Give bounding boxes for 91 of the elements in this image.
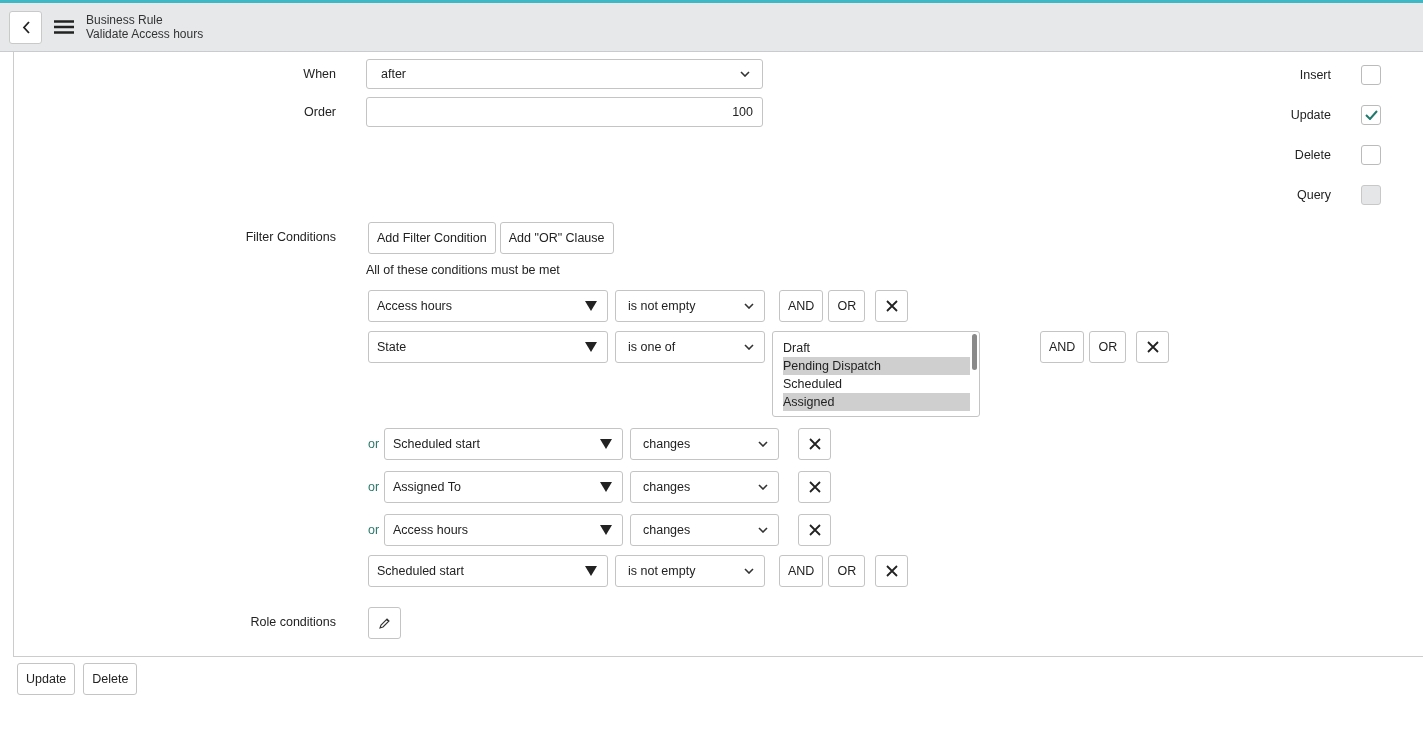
field-label: Role conditions <box>249 614 337 631</box>
edit-button[interactable] <box>368 607 401 639</box>
field-dropdown[interactable]: Access hours <box>368 290 608 322</box>
dropdown-value: is not empty <box>628 564 696 578</box>
form-button[interactable]: Delete <box>83 663 138 695</box>
remove-condition-button[interactable] <box>798 471 831 503</box>
pencil-icon <box>378 617 391 629</box>
list-option[interactable]: Draft <box>783 339 970 357</box>
field-dropdown[interactable]: Scheduled start <box>368 555 608 587</box>
chevron-down-icon <box>740 71 750 77</box>
menu-icon <box>54 20 74 34</box>
or-label: or <box>368 479 380 496</box>
field-label: When <box>302 66 337 83</box>
remove-condition-button[interactable] <box>875 290 909 322</box>
operator-dropdown[interactable]: is one of <box>615 331 765 363</box>
dropdown-value: Scheduled start <box>393 437 480 451</box>
dropdown-value: changes <box>643 437 691 451</box>
connector-button[interactable]: AND <box>779 290 824 322</box>
operator-dropdown[interactable]: is not empty <box>615 290 765 322</box>
filter-button[interactable]: Add "OR" Clause <box>499 222 614 254</box>
list-option[interactable]: Assigned <box>783 393 970 411</box>
dropdown-value: Access hours <box>377 299 453 313</box>
operator-dropdown[interactable]: changes <box>630 514 779 546</box>
dropdown-value: Scheduled start <box>377 564 464 578</box>
field-dropdown[interactable]: State <box>368 331 608 363</box>
connector-button[interactable]: OR <box>828 555 866 587</box>
close-icon <box>808 481 821 493</box>
select-value: after <box>381 67 406 81</box>
triangle-down-icon <box>600 439 612 449</box>
multi-select-list[interactable]: Draft Pending Dispatch Scheduled Assigned <box>772 331 980 417</box>
triangle-down-icon <box>585 301 597 311</box>
triangle-down-icon <box>600 525 612 535</box>
back-button[interactable] <box>9 10 42 44</box>
checkmark-icon <box>1364 110 1378 120</box>
remove-condition-button[interactable] <box>1136 331 1170 363</box>
close-icon <box>808 438 821 450</box>
field-label: Order <box>303 104 337 121</box>
scrollbar-thumb[interactable] <box>972 334 977 370</box>
triangle-down-icon <box>585 566 597 576</box>
list-option[interactable]: Scheduled <box>783 375 970 393</box>
chevron-down-icon <box>758 441 768 447</box>
operator-dropdown[interactable]: changes <box>630 471 779 503</box>
connector-button[interactable]: AND <box>779 555 824 587</box>
field-label: Filter Conditions <box>244 229 337 246</box>
field-dropdown[interactable]: Access hours <box>384 514 623 546</box>
number-input-field[interactable]: 100 <box>366 97 763 127</box>
checkbox-label: Insert <box>1299 68 1331 82</box>
dropdown-value: Assigned To <box>393 480 461 494</box>
operator-dropdown[interactable]: changes <box>630 428 779 460</box>
filter-button[interactable]: Add Filter Condition <box>368 222 496 254</box>
chevron-left-icon <box>21 20 30 34</box>
field-dropdown[interactable]: Assigned To <box>384 471 623 503</box>
close-icon <box>1146 341 1159 353</box>
breadcrumb-text: Business Rule <box>86 13 164 27</box>
list-option[interactable]: Pending Dispatch <box>783 357 970 375</box>
dropdown-value: changes <box>643 480 691 494</box>
field-dropdown[interactable]: Scheduled start <box>384 428 623 460</box>
remove-condition-button[interactable] <box>798 514 831 546</box>
triangle-down-icon <box>600 482 612 492</box>
close-icon <box>885 565 898 577</box>
connector-button[interactable]: OR <box>828 290 866 322</box>
connector-button[interactable]: OR <box>1089 331 1127 363</box>
close-icon <box>808 524 821 536</box>
form-button[interactable]: Update <box>17 663 76 695</box>
dropdown-value: changes <box>643 523 691 537</box>
conditions-note: All of these conditions must be met <box>366 263 561 277</box>
remove-condition-button[interactable] <box>875 555 909 587</box>
checkbox[interactable] <box>1361 105 1381 125</box>
or-label: or <box>368 522 380 539</box>
close-icon <box>885 300 898 312</box>
checkbox-label: Query <box>1296 188 1331 202</box>
chevron-down-icon <box>758 527 768 533</box>
remove-condition-button[interactable] <box>798 428 831 460</box>
checkbox[interactable] <box>1361 145 1381 165</box>
select-field[interactable]: after <box>366 59 763 89</box>
or-label: or <box>368 436 380 453</box>
record-title: Validate Access hours <box>86 27 204 41</box>
dropdown-value: is not empty <box>628 299 696 313</box>
checkbox[interactable] <box>1361 65 1381 85</box>
chevron-down-icon <box>758 484 768 490</box>
checkbox-label: Delete <box>1294 148 1331 162</box>
operator-dropdown[interactable]: is not empty <box>615 555 765 587</box>
chevron-down-icon <box>744 303 754 309</box>
chevron-down-icon <box>744 568 754 574</box>
dropdown-value: State <box>377 340 407 354</box>
chevron-down-icon <box>744 344 754 350</box>
dropdown-value: is one of <box>628 340 676 354</box>
connector-button[interactable]: AND <box>1040 331 1085 363</box>
dropdown-value: Access hours <box>393 523 469 537</box>
triangle-down-icon <box>585 342 597 352</box>
checkbox-label: Update <box>1290 108 1331 122</box>
